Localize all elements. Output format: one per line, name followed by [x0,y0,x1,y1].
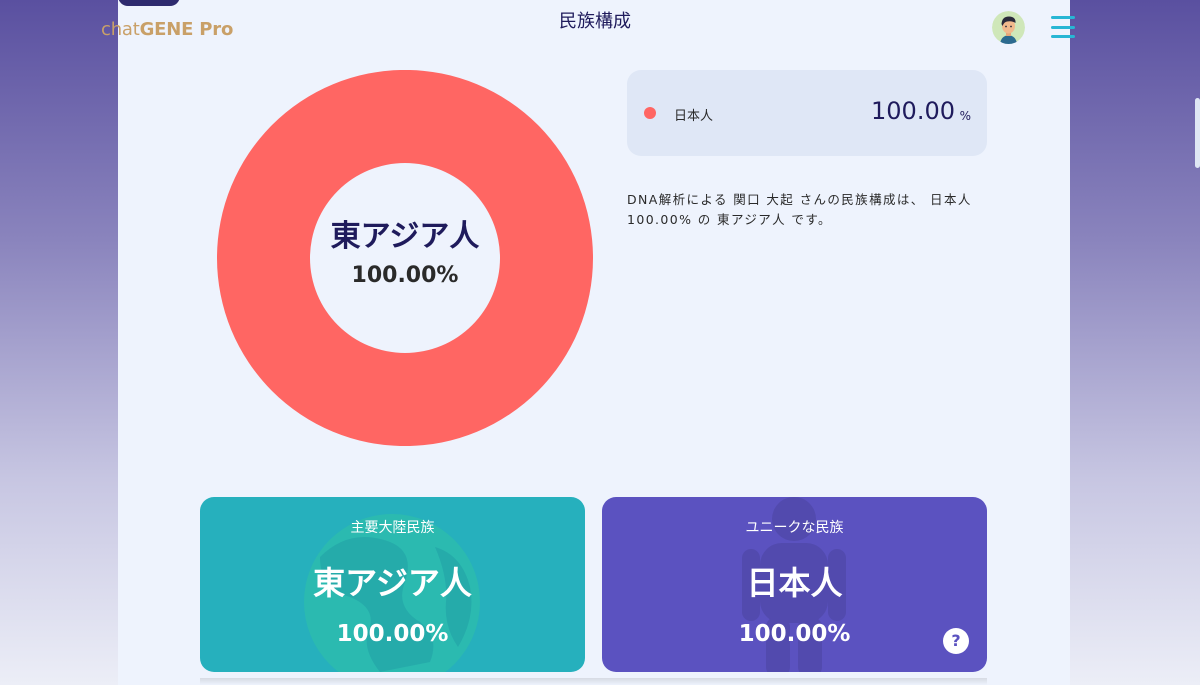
donut-percentage: 100.00% [351,263,459,288]
legend-card: 日本人 100.00 % [627,70,987,156]
continental-card-value: 100.00% [336,621,449,647]
unique-card-value: 100.00% [738,621,851,647]
menu-line [1051,16,1075,19]
unique-card-label: ユニークな民族 [745,520,844,536]
ethnicity-description: DNA解析による 関口 大起 さんの民族構成は、 日本人 100.00% の 東… [627,192,972,227]
page-title: 民族構成 [559,11,631,32]
scrollbar[interactable] [1195,98,1200,168]
hamburger-menu-icon[interactable] [1051,16,1075,38]
section-divider-shadow [200,678,987,685]
logo-text-light: chat [101,19,140,40]
unique-ethnicity-card[interactable]: ユニークな民族 日本人 100.00% ? [602,497,987,672]
menu-line [1051,25,1075,29]
continental-ethnicity-card[interactable]: 主要大陸民族 東アジア人 100.00% [200,497,585,672]
continental-card-name: 東アジア人 [313,564,472,602]
avatar-icon [992,11,1025,44]
top-tab[interactable] [118,0,180,6]
legend-item-name: 日本人 [674,109,714,124]
unique-card-name: 日本人 [746,564,843,602]
question-icon[interactable]: ? [943,628,969,654]
legend-item-value: 100.00 [871,97,955,125]
donut-ethnicity-label: 東アジア人 [330,219,480,254]
logo-text-bold: GENE Pro [139,19,234,40]
menu-line [1051,35,1075,38]
continental-card-label: 主要大陸民族 [350,520,435,536]
donut-center-label: 東アジア人 100.00% [217,220,593,288]
legend-item-unit: % [959,109,971,123]
legend-color-dot [644,107,656,119]
app-logo[interactable]: chatGENE Pro [101,19,233,40]
user-avatar[interactable] [992,11,1025,44]
